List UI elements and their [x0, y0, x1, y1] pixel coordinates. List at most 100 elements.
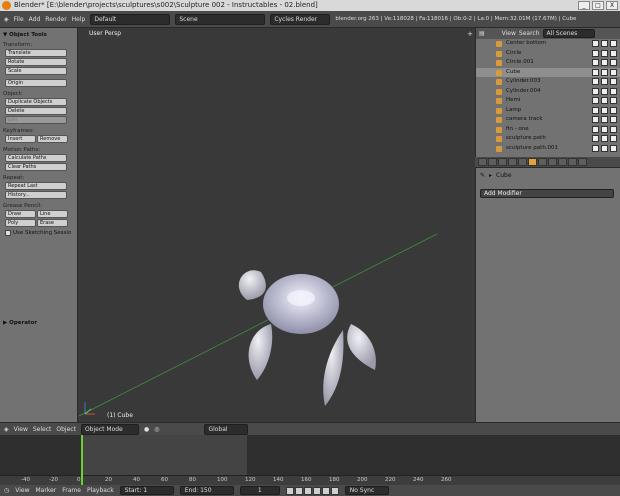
maximize-button[interactable]: □ — [592, 1, 604, 10]
draw-button[interactable]: Draw — [5, 210, 36, 218]
timeline-frame-menu[interactable]: Frame — [62, 487, 81, 494]
jump-start-icon[interactable] — [285, 486, 294, 495]
outliner-item[interactable]: Cylinder.004 — [476, 87, 620, 97]
sketching-session-checkbox[interactable]: Use Sketching Sessio — [5, 230, 74, 236]
outliner-item[interactable]: Cylinder.003 — [476, 77, 620, 87]
eye-icon[interactable] — [592, 68, 599, 76]
outliner-item[interactable]: fin - one — [476, 125, 620, 135]
eye-icon[interactable] — [592, 49, 599, 57]
timeline-marker-menu[interactable]: Marker — [36, 487, 57, 494]
3d-viewport[interactable]: User Persp + (1) Cube — [79, 28, 475, 422]
camera-icon[interactable] — [610, 59, 617, 66]
delete-button[interactable]: Delete — [5, 107, 67, 115]
cursor-icon[interactable] — [601, 59, 608, 66]
cursor-icon[interactable] — [601, 106, 608, 114]
outliner-item[interactable]: camera track — [476, 115, 620, 125]
camera-icon[interactable] — [610, 40, 617, 47]
object-tab-icon[interactable] — [508, 158, 517, 166]
outliner-item[interactable]: Hemi — [476, 96, 620, 106]
cursor-icon[interactable] — [601, 135, 608, 142]
play-icon[interactable] — [312, 486, 321, 495]
sculpture-mesh[interactable] — [238, 270, 376, 406]
end-frame-field[interactable]: End: 150 — [179, 486, 234, 495]
camera-icon[interactable] — [610, 68, 617, 76]
panel-title-object-tools[interactable]: ▼ Object Tools — [3, 32, 74, 38]
timeline-view-menu[interactable]: View — [15, 487, 29, 494]
physics-tab-icon[interactable] — [578, 158, 587, 166]
menu-select[interactable]: Select — [33, 426, 52, 433]
scene-select[interactable]: Scene — [175, 13, 266, 25]
outliner-item[interactable]: sculpture path.001 — [476, 144, 620, 154]
eye-icon[interactable] — [592, 78, 599, 85]
particles-tab-icon[interactable] — [568, 158, 577, 166]
eye-icon[interactable] — [592, 87, 599, 95]
jump-end-icon[interactable] — [330, 486, 339, 495]
current-frame-indicator[interactable] — [81, 435, 83, 485]
scene-tab-icon[interactable] — [488, 158, 497, 166]
clear-paths-button[interactable]: Clear Paths — [5, 163, 67, 171]
outliner-item[interactable]: Circle — [476, 49, 620, 59]
camera-icon[interactable] — [610, 78, 617, 85]
constraints-tab-icon[interactable] — [518, 158, 527, 166]
camera-icon[interactable] — [610, 125, 617, 133]
eye-icon[interactable] — [592, 40, 599, 47]
cursor-icon[interactable] — [601, 40, 608, 47]
outliner-item[interactable]: Circle.001 — [476, 58, 620, 68]
camera-icon[interactable] — [610, 135, 617, 142]
camera-icon[interactable] — [610, 116, 617, 123]
history-button[interactable]: History... — [5, 191, 67, 199]
eye-icon[interactable] — [592, 116, 599, 123]
repeat-last-button[interactable]: Repeat Last — [5, 182, 67, 190]
menu-object[interactable]: Object — [56, 426, 76, 433]
next-key-icon[interactable] — [321, 486, 330, 495]
outliner-search-menu[interactable]: Search — [519, 30, 540, 37]
render-engine-select[interactable]: Cycles Render — [270, 13, 331, 25]
menu-render[interactable]: Render — [45, 16, 66, 23]
add-modifier-dropdown[interactable]: Add Modifier — [480, 189, 614, 198]
prev-key-icon[interactable] — [294, 486, 303, 495]
modifiers-tab-icon[interactable] — [528, 158, 537, 166]
cursor-icon[interactable] — [601, 87, 608, 95]
line-button[interactable]: Line — [37, 210, 68, 218]
pivot-icon[interactable]: ◎ — [154, 426, 159, 433]
render-tab-icon[interactable] — [478, 158, 487, 166]
eye-icon[interactable] — [592, 106, 599, 114]
calculate-paths-button[interactable]: Calculate Paths — [5, 154, 67, 162]
duplicate-objects-button[interactable]: Duplicate Objects — [5, 98, 67, 106]
current-frame-field[interactable]: 1 — [239, 486, 280, 495]
timeline-editor-icon[interactable]: ◷ — [4, 487, 9, 494]
outliner-view-menu[interactable]: View — [502, 30, 516, 37]
cursor-icon[interactable] — [601, 78, 608, 85]
data-tab-icon[interactable] — [538, 158, 547, 166]
eye-icon[interactable] — [592, 97, 599, 104]
camera-icon[interactable] — [610, 97, 617, 104]
shading-icon[interactable]: ● — [144, 426, 149, 433]
join-button[interactable]: Join — [5, 116, 67, 124]
cursor-icon[interactable] — [601, 68, 608, 76]
mode-select[interactable]: Object Mode — [80, 423, 139, 435]
scale-button[interactable]: Scale — [5, 67, 67, 75]
cursor-icon[interactable] — [601, 144, 608, 152]
timeline-playback-menu[interactable]: Playback — [87, 487, 114, 494]
start-frame-field[interactable]: Start: 1 — [119, 486, 174, 495]
outliner-editor-icon[interactable]: ▤ — [479, 30, 485, 37]
translate-button[interactable]: Translate — [5, 49, 67, 57]
operator-panel-title[interactable]: ▶ Operator — [3, 320, 37, 326]
outliner-display-select[interactable]: All Scenes — [542, 29, 595, 38]
outliner-item[interactable]: Center bottom — [476, 39, 620, 49]
eye-icon[interactable] — [592, 144, 599, 152]
menu-add[interactable]: Add — [29, 16, 41, 23]
layout-select[interactable]: Default — [90, 13, 171, 25]
close-button[interactable]: X — [606, 1, 618, 10]
camera-icon[interactable] — [610, 87, 617, 95]
outliner-item[interactable]: Cube — [476, 67, 620, 77]
outliner-item[interactable]: sculpture path — [476, 134, 620, 144]
view3d-editor-icon[interactable]: ◈ — [4, 426, 9, 433]
cursor-icon[interactable] — [601, 125, 608, 133]
menu-help[interactable]: Help — [72, 16, 86, 23]
insert-keyframe-button[interactable]: Insert — [5, 135, 36, 143]
cursor-icon[interactable] — [601, 97, 608, 104]
timeline[interactable]: -40 -20 0 20 40 60 80 100 120 140 160 180 200 220 240 2… — [0, 435, 620, 485]
camera-icon[interactable] — [610, 49, 617, 57]
timeline-ruler[interactable]: -40 -20 0 20 40 60 80 100 120 140 160 180 200 220 240 2… — [0, 475, 620, 485]
